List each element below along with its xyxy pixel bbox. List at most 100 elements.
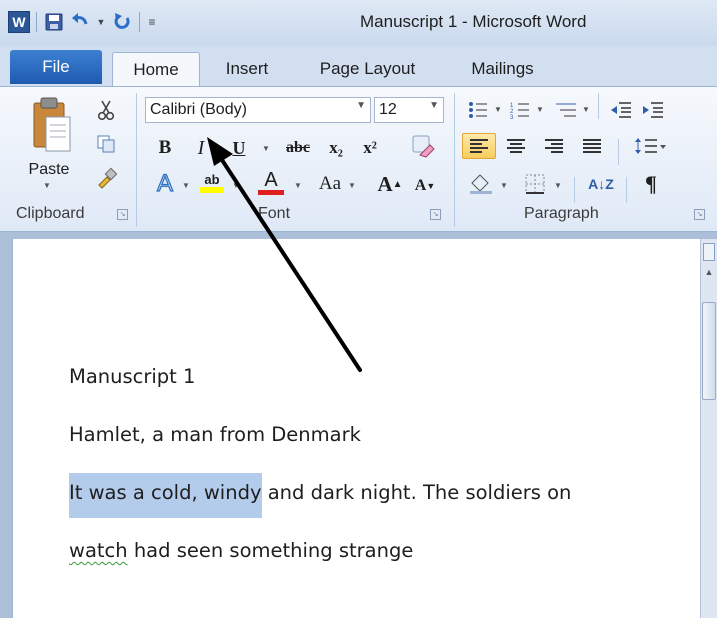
tab-home[interactable]: Home	[112, 52, 200, 87]
paragraph-group-label: Paragraph	[524, 205, 599, 222]
borders-icon[interactable]	[520, 171, 550, 197]
underline-button[interactable]: U	[226, 135, 252, 161]
bold-button[interactable]: B	[152, 135, 178, 161]
font-color-bar	[258, 189, 284, 195]
highlight-glyph: ab	[204, 171, 220, 187]
text-effects-glyph: A	[156, 169, 173, 197]
line-text: and dark night. The soldiers on	[261, 481, 572, 504]
decrease-indent-icon[interactable]	[608, 97, 634, 123]
save-icon[interactable]	[43, 11, 65, 33]
align-center-icon[interactable]	[502, 133, 530, 159]
multilevel-list-icon[interactable]	[552, 97, 580, 123]
word-icon[interactable]: W	[8, 11, 30, 33]
paste-icon	[33, 97, 71, 152]
group-separator	[574, 177, 575, 203]
font-size-combo[interactable]: 12 ▼	[374, 97, 444, 123]
increase-indent-icon[interactable]	[640, 97, 666, 123]
shading-dropdown-icon[interactable]: ▼	[500, 181, 508, 190]
ruler-toggle-icon[interactable]	[703, 243, 715, 261]
scroll-up-icon[interactable]: ▲	[701, 264, 717, 280]
chevron-down-icon: ▼	[356, 100, 366, 111]
font-color-button[interactable]: A	[256, 169, 286, 195]
customize-toolbar-icon[interactable]: ≡	[146, 11, 158, 33]
text-effects-button[interactable]: A	[150, 169, 180, 197]
document-line[interactable]: Hamlet, a man from Denmark	[69, 423, 361, 446]
paste-button[interactable]: Paste ▼	[18, 95, 80, 201]
grow-font-button[interactable]: A ▲	[376, 171, 404, 197]
shrink-font-glyph: A	[414, 177, 427, 194]
font-color-glyph: A	[264, 168, 278, 191]
font-name-value: Calibri (Body)	[150, 101, 247, 118]
shrink-font-button[interactable]: A ▼	[412, 173, 438, 199]
show-marks-button[interactable]: ¶	[636, 171, 666, 197]
superscript-button[interactable]: x²	[356, 135, 384, 161]
align-left-button[interactable]	[462, 133, 496, 159]
grow-font-glyph: A	[377, 171, 393, 196]
document-line[interactable]: It was a cold, windy and dark night. The…	[69, 473, 572, 518]
document-line[interactable]: watch had seen something strange	[69, 539, 413, 562]
document-page[interactable]: Manuscript 1 Hamlet, a man from Denmark …	[12, 239, 700, 618]
document-line[interactable]: Manuscript 1	[69, 365, 195, 388]
align-right-icon[interactable]	[540, 133, 568, 159]
scrollbar-thumb[interactable]	[702, 302, 716, 400]
tab-page-layout[interactable]: Page Layout	[305, 52, 430, 86]
strikethrough-button[interactable]: abc	[281, 135, 315, 161]
group-separator	[136, 93, 137, 227]
italic-button[interactable]: I	[188, 135, 214, 161]
borders-dropdown-icon[interactable]: ▼	[554, 181, 562, 190]
highlight-dropdown-icon[interactable]: ▼	[232, 181, 240, 190]
numbering-icon[interactable]: 123	[508, 97, 532, 123]
underline-dropdown-icon[interactable]: ▼	[262, 144, 270, 153]
group-separator	[618, 139, 619, 165]
font-name-combo[interactable]: Calibri (Body) ▼	[145, 97, 371, 123]
font-size-value: 12	[379, 101, 397, 118]
tab-insert[interactable]: Insert	[212, 52, 282, 86]
redo-icon[interactable]	[111, 11, 133, 33]
tab-file[interactable]: File	[10, 50, 102, 84]
copy-icon[interactable]	[92, 131, 120, 157]
paragraph-launcher-icon[interactable]: ↘	[694, 209, 705, 220]
cut-icon[interactable]	[92, 97, 120, 123]
font-launcher-icon[interactable]: ↘	[430, 209, 441, 220]
sort-icon: A↓Z	[588, 176, 614, 192]
sort-button[interactable]: A↓Z	[584, 171, 618, 197]
align-left-icon	[470, 139, 488, 153]
svg-text:3: 3	[510, 115, 514, 119]
window-title: Manuscript 1 - Microsoft Word	[360, 12, 587, 31]
format-painter-icon[interactable]	[92, 165, 120, 191]
tab-mailings[interactable]: Mailings	[455, 52, 550, 86]
vertical-scrollbar[interactable]	[700, 239, 717, 618]
chevron-down-icon: ▼	[429, 100, 439, 111]
ribbon-tab-row: File Home Insert Page Layout Mailings	[0, 46, 717, 87]
change-case-dropdown-icon[interactable]: ▼	[348, 181, 356, 190]
text-effects-dropdown-icon[interactable]: ▼	[182, 181, 190, 190]
highlight-button[interactable]: ab	[198, 169, 226, 195]
paste-label: Paste	[28, 161, 70, 178]
font-group-label: Font	[258, 205, 291, 222]
grammar-flag-text[interactable]: watch	[69, 539, 128, 562]
clipboard-group-label: Clipboard	[16, 205, 85, 222]
font-color-dropdown-icon[interactable]: ▼	[294, 181, 302, 190]
paste-dropdown-icon[interactable]: ▼	[43, 181, 51, 190]
clipboard-launcher-icon[interactable]: ↘	[117, 209, 128, 220]
group-separator	[454, 93, 455, 227]
undo-icon[interactable]	[69, 11, 91, 33]
quick-access-toolbar: W ▼ ≡	[8, 10, 158, 34]
toolbar-separator	[139, 12, 140, 32]
numbering-dropdown-icon[interactable]: ▼	[536, 105, 544, 114]
highlight-color-bar	[200, 186, 224, 193]
clear-formatting-icon[interactable]	[408, 133, 438, 159]
bullets-dropdown-icon[interactable]: ▼	[494, 105, 502, 114]
multilevel-dropdown-icon[interactable]: ▼	[582, 105, 590, 114]
shading-icon[interactable]	[466, 171, 496, 197]
group-separator	[626, 177, 627, 203]
change-case-button[interactable]: Aa	[314, 171, 346, 197]
ribbon-home: Paste ▼ Clipboard ↘ Calibri (Body) ▼ 12 …	[0, 86, 717, 232]
selected-text[interactable]: It was a cold, windy	[69, 473, 262, 518]
line-spacing-icon[interactable]	[630, 133, 670, 159]
toolbar-separator	[36, 12, 37, 32]
undo-dropdown-icon[interactable]: ▼	[95, 11, 107, 33]
subscript-button[interactable]: x₂	[322, 135, 350, 161]
bullets-icon[interactable]	[466, 97, 490, 123]
justify-icon[interactable]	[578, 133, 606, 159]
